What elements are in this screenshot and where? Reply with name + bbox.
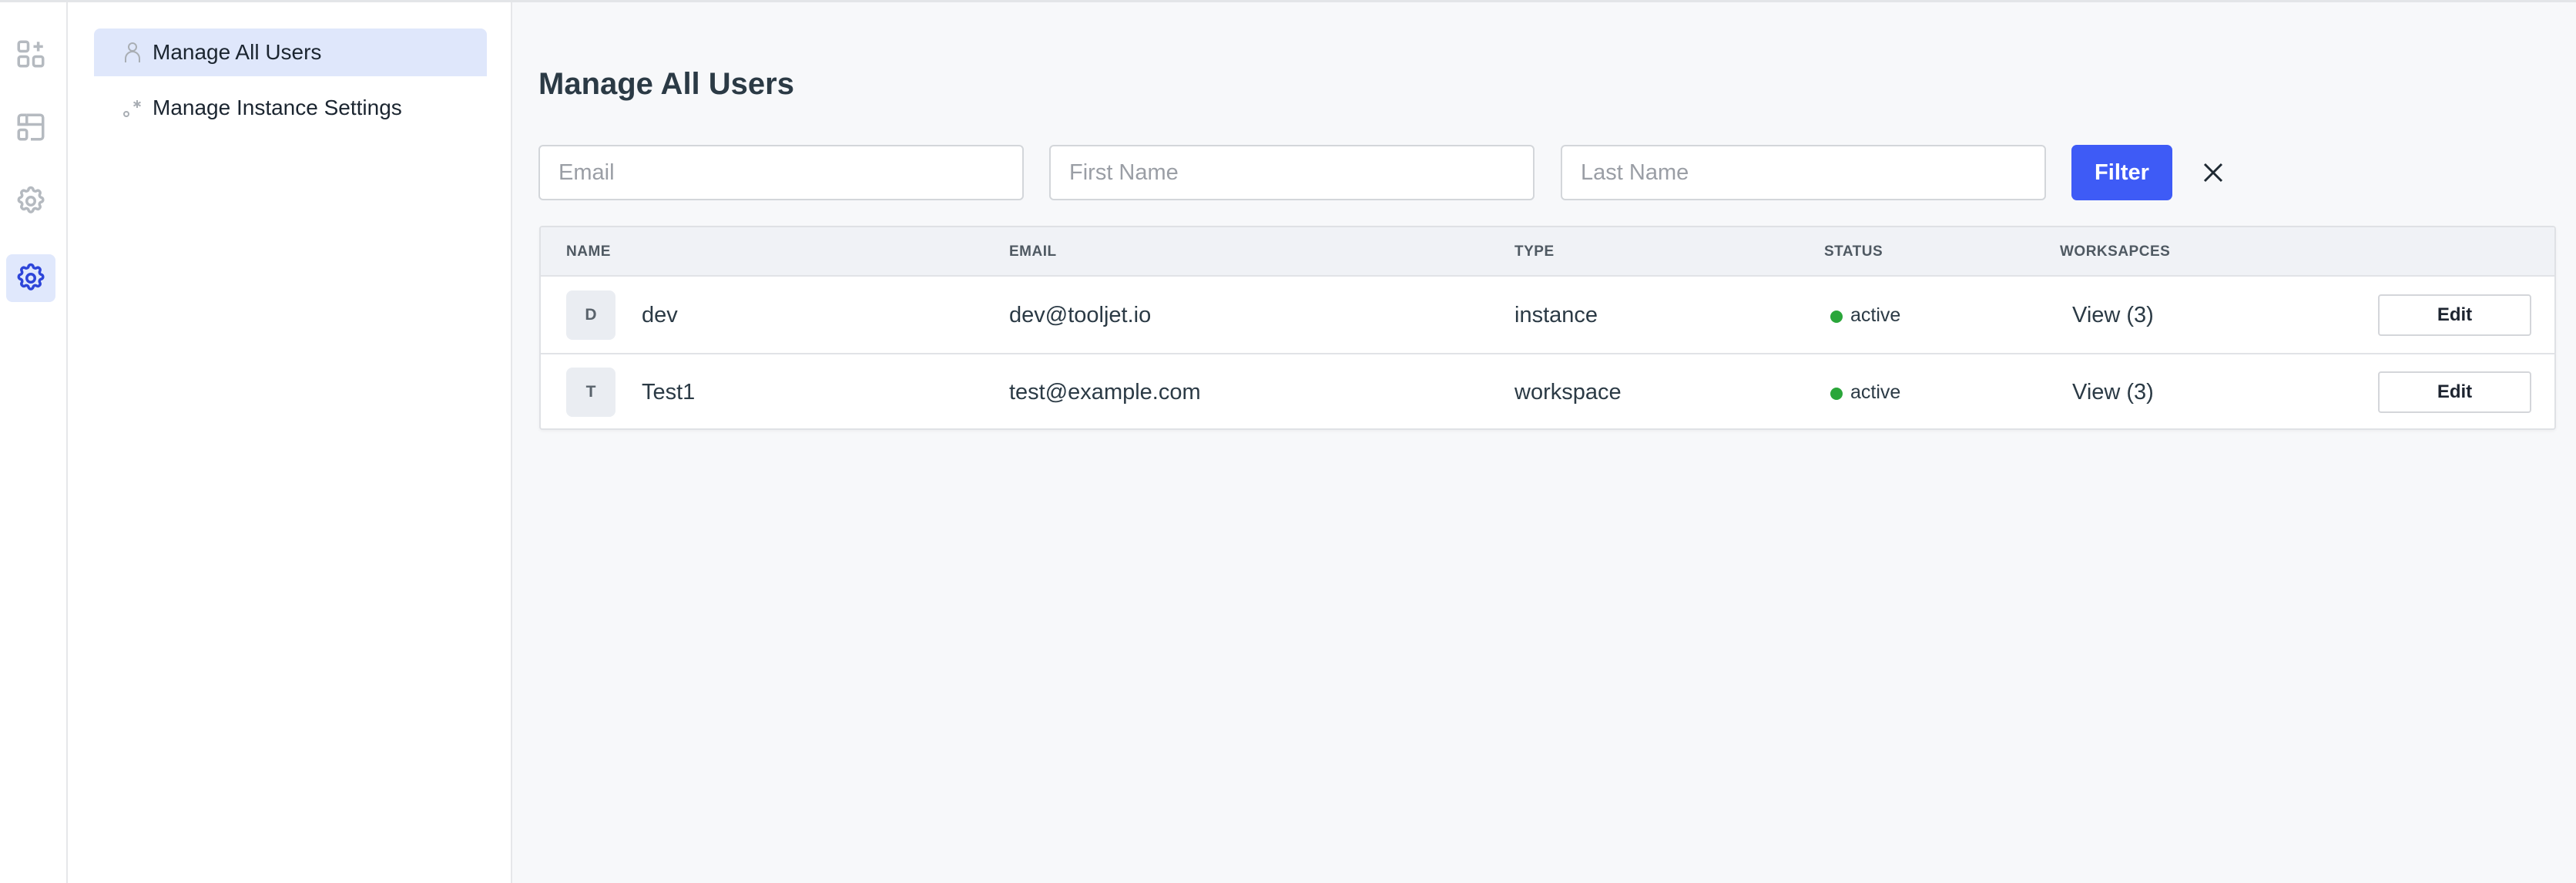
column-header-workspaces: WORKSAPCES <box>2060 243 2171 260</box>
instance-settings-gear-icon <box>17 263 45 290</box>
type-cell: workspace <box>1514 379 1622 405</box>
edit-button[interactable]: Edit <box>2378 294 2531 336</box>
table-layout-icon <box>17 113 45 141</box>
close-icon <box>2203 163 2223 183</box>
name-cell: D dev <box>566 277 678 353</box>
column-header-status: STATUS <box>1824 243 1883 260</box>
settings-gear-icon <box>17 186 45 213</box>
last-name-filter-input[interactable] <box>1561 145 2046 200</box>
user-name: Test1 <box>642 379 696 405</box>
table-header: NAME EMAIL TYPE STATUS WORKSAPCES <box>541 227 2554 277</box>
rail-item-instance-settings[interactable] <box>6 254 55 302</box>
avatar: T <box>566 368 615 417</box>
edit-button[interactable]: Edit <box>2378 371 2531 413</box>
table-row: T Test1 test@example.com workspace activ… <box>541 353 2554 428</box>
first-name-filter-input[interactable] <box>1049 145 1535 200</box>
main-content: Manage All Users Filter NAME EMAIL TYPE … <box>514 2 2576 883</box>
type-cell: instance <box>1514 302 1598 327</box>
settings-subnav: Manage All Users Manage Instance Setting… <box>68 2 512 883</box>
subnav-item-manage-all-users[interactable]: Manage All Users <box>94 29 487 76</box>
email-cell: test@example.com <box>1009 379 1201 405</box>
user-name: dev <box>642 302 678 327</box>
rail-item-settings[interactable] <box>6 177 55 225</box>
avatar: D <box>566 290 615 340</box>
name-cell: T Test1 <box>566 354 696 428</box>
column-header-email: EMAIL <box>1009 243 1057 260</box>
column-header-name: NAME <box>566 243 611 260</box>
view-workspaces-link[interactable]: View (3) <box>2072 354 2154 428</box>
subnav-item-label: Manage Instance Settings <box>153 96 402 119</box>
action-cell: Edit <box>2378 354 2531 428</box>
status-badge: active <box>1850 381 1901 403</box>
filter-button[interactable]: Filter <box>2071 145 2172 200</box>
email-cell: dev@tooljet.io <box>1009 302 1152 327</box>
column-header-type: TYPE <box>1514 243 1555 260</box>
page-title: Manage All Users <box>538 67 794 101</box>
instance-settings-icon <box>122 96 143 119</box>
user-icon <box>122 41 143 64</box>
action-cell: Edit <box>2378 277 2531 353</box>
rail-item-apps[interactable] <box>6 30 55 78</box>
email-filter-input[interactable] <box>538 145 1024 200</box>
status-cell: active <box>1830 277 1900 353</box>
view-workspaces-link[interactable]: View (3) <box>2072 277 2154 353</box>
subnav-item-manage-instance-settings[interactable]: Manage Instance Settings <box>94 84 487 132</box>
status-badge: active <box>1850 304 1901 326</box>
rail-item-tables[interactable] <box>6 103 55 151</box>
apps-add-icon <box>17 40 45 68</box>
status-dot-icon <box>1830 311 1843 323</box>
users-table: NAME EMAIL TYPE STATUS WORKSAPCES D dev … <box>539 226 2556 430</box>
icon-rail <box>0 2 68 883</box>
table-row: D dev dev@tooljet.io instance active Vie… <box>541 277 2554 353</box>
status-cell: active <box>1830 354 1901 428</box>
status-dot-icon <box>1830 388 1843 400</box>
subnav-item-label: Manage All Users <box>153 40 322 64</box>
clear-filters-button[interactable] <box>2199 159 2227 186</box>
